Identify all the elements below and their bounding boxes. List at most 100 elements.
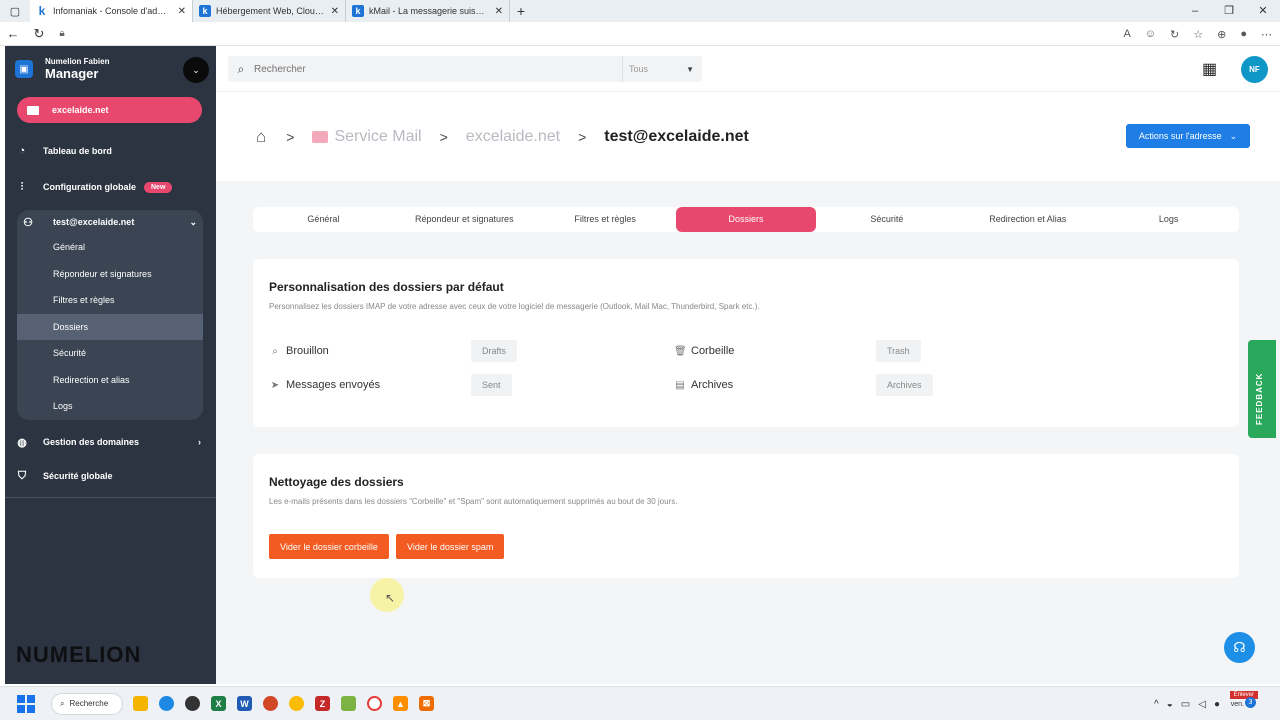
word-icon[interactable]: W [237,696,252,711]
tab-folders[interactable]: Dossiers [675,207,817,232]
support-chat-icon[interactable]: ☊ [1224,632,1255,663]
opera-icon[interactable] [367,696,382,711]
tray-overflow-icon[interactable]: ^ [1154,699,1159,710]
folder-value-drafts[interactable]: Drafts [471,340,518,362]
breadcrumb-service[interactable]: Service Mail [334,128,421,146]
refresh-icon[interactable]: ↻ [26,26,52,42]
domain-selector[interactable]: excelaide.net [17,97,202,123]
tab-filters[interactable]: Filtres et règles [535,207,676,232]
close-tab-icon[interactable]: ✕ [495,6,503,17]
edge-icon[interactable] [159,696,174,711]
breadcrumb-current: test@excelaide.net [604,128,749,145]
folder-label: Messages envoyés [286,379,381,391]
vlc-icon[interactable]: ▲ [393,696,408,711]
folder-value-trash[interactable]: Trash [876,340,921,362]
sidebar-item-global-security[interactable]: ⛉ Sécurité globale [15,464,205,488]
profile-icon[interactable]: ● [1240,28,1247,40]
cloud-icon[interactable]: ◒ [1167,699,1173,710]
monitor-icon[interactable]: ▭ [1181,699,1190,710]
taskbar-search[interactable]: ⌕ Recherche [51,692,123,715]
powerpoint-icon[interactable] [263,696,278,711]
search-scope-value: Tous [629,64,649,74]
tab-general[interactable]: Général [253,207,394,232]
home-icon[interactable]: ⌂ [256,127,266,147]
tab-actions-icon[interactable]: ▢ [0,0,30,22]
tab-responder[interactable]: Répondeur et signatures [394,207,535,232]
github-icon[interactable] [185,696,200,711]
favorites-icon[interactable]: ☆ [1193,28,1203,41]
read-aloud-icon[interactable]: A [1123,28,1130,40]
volume-icon[interactable]: ◁ [1198,699,1206,710]
close-window-icon[interactable]: ✕ [1246,0,1280,22]
tracking-icon[interactable]: ☺ [1145,28,1156,40]
empty-spam-button[interactable]: Vider le dossier spam [396,534,505,559]
minimize-icon[interactable]: – [1178,0,1212,22]
browser-tab-hebergement[interactable]: k Hébergement Web, Cloud C ✕ [193,0,346,22]
restore-icon[interactable]: ❐ [1212,0,1246,22]
browser-tab-infomaniak[interactable]: k Infomaniak - Console d'administ ✕ [30,0,193,22]
taskbar-search-label: Recherche [69,699,109,708]
sidebar-item-global-config[interactable]: ⫶ Configuration globale New [15,175,205,199]
sidebar-subitem-redirection[interactable]: Redirection et alias [17,367,203,394]
filezilla-icon[interactable]: Z [315,696,330,711]
taskbar-apps: X W Z ▲ ⊠ [133,696,434,711]
sidebar-subitem-security[interactable]: Sécurité [17,340,203,367]
address-actions-button[interactable]: Actions sur l'adresse ⌄ [1126,124,1250,148]
account-app: Manager [45,66,99,81]
excel-icon[interactable]: X [211,696,226,711]
top-bar: ⌕ Tous ▼ ▦ NF [216,46,1280,92]
sidebar-item-dashboard[interactable]: ◔ Tableau de bord [15,139,205,163]
sidebar-subitem-responder[interactable]: Répondeur et signatures [17,261,203,288]
tab-security[interactable]: Sécurité [816,207,957,232]
collections-icon[interactable]: ⊕ [1217,28,1226,41]
breadcrumb-domain[interactable]: excelaide.net [466,128,560,146]
trash-icon: 🗑︎ [674,345,687,357]
refresh-extension-icon[interactable]: ↻ [1170,28,1179,41]
close-tab-icon[interactable]: ✕ [178,6,186,17]
sidebar-item-domains[interactable]: ◍ Gestion des domaines › [15,430,205,454]
breadcrumb-separator-icon: > [439,129,448,145]
file-explorer-icon[interactable] [133,696,148,711]
folder-value-archives[interactable]: Archives [876,374,933,396]
windows-start-icon[interactable] [17,694,35,713]
sidebar-subitem-filters[interactable]: Filtres et règles [17,287,203,314]
app-icon[interactable]: ⊠ [419,696,434,711]
feedback-tab[interactable]: FEEDBACK [1248,340,1276,438]
sidebar-item-label: Configuration globale [43,182,136,192]
settings-tabs: Général Répondeur et signatures Filtres … [253,207,1239,232]
empty-trash-button[interactable]: Vider le dossier corbeille [269,534,389,559]
avatar[interactable]: NF [1241,56,1268,83]
breadcrumb: ⌂ > Service Mail > excelaide.net > test@… [256,127,749,147]
search-input[interactable] [254,63,614,75]
lock-icon[interactable]: 🔒︎ [52,28,72,39]
mailbox-label: test@excelaide.net [53,217,135,227]
browser-tab-title: Hébergement Web, Cloud C [216,6,325,16]
account-chevron-down-icon[interactable]: ⌄ [183,57,209,83]
manager-logo-icon: ▣ [15,60,33,78]
chrome-icon[interactable] [289,696,304,711]
domain-label: excelaide.net [52,105,109,115]
sidebar-divider [5,497,216,498]
sidebar-subitem-logs[interactable]: Logs [17,393,203,420]
tab-logs[interactable]: Logs [1098,207,1239,232]
more-icon[interactable]: ⋯ [1261,28,1272,41]
globe-icon: ◍ [17,436,27,449]
mailbox-group: ⚇ test@excelaide.net ⌄ Général Répondeur… [17,210,203,420]
close-tab-icon[interactable]: ✕ [331,6,339,17]
back-icon[interactable]: ← [0,26,26,41]
sidebar-subitem-folders[interactable]: Dossiers [17,313,203,340]
search-scope-select[interactable]: Tous ▼ [622,56,702,82]
sidebar-subitem-general[interactable]: Général [17,234,203,261]
notification-count-badge[interactable]: 3 [1245,697,1256,708]
notepad-icon[interactable] [341,696,356,711]
clock[interactable]: ven. [1231,701,1244,708]
browser-tab-kmail[interactable]: k kMail - La messagerie suisse séc ✕ [346,0,510,22]
tab-redirection[interactable]: Redirection et Alias [957,207,1098,232]
folders-card-title: Personnalisation des dossiers par défaut [269,280,504,294]
folder-value-sent[interactable]: Sent [471,374,512,396]
sidebar-item-mailbox[interactable]: ⚇ test@excelaide.net ⌄ [17,210,203,234]
camera-icon[interactable]: ● [1214,699,1220,710]
apps-grid-icon[interactable]: ▦ [1202,59,1217,79]
new-tab-button[interactable]: + [510,3,532,19]
browser-tab-strip: ▢ k Infomaniak - Console d'administ ✕ k … [0,0,1280,22]
